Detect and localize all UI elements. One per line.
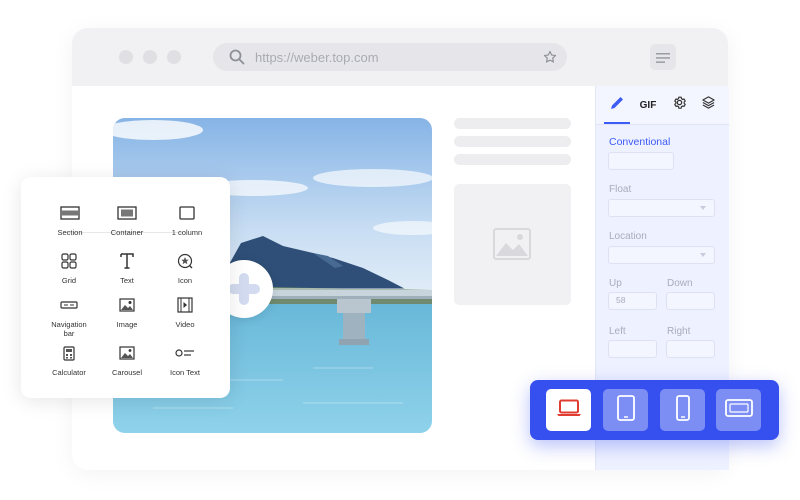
widget-image-label: Image <box>116 320 138 329</box>
tab-style[interactable] <box>604 92 630 118</box>
left-label: Left <box>609 326 626 337</box>
widget-text-label: Text <box>120 276 134 285</box>
image-placeholder-icon <box>493 228 531 265</box>
placeholder-text-line <box>454 136 571 147</box>
tablet-icon <box>616 394 636 427</box>
down-label: Down <box>667 278 693 289</box>
right-input[interactable] <box>666 340 715 358</box>
widget-one-column-label: 1 column <box>171 228 203 237</box>
gear-icon <box>672 95 687 115</box>
device-laptop-button[interactable] <box>546 389 591 431</box>
widget-carousel[interactable]: Carousel <box>95 342 159 377</box>
placeholder-image[interactable] <box>454 184 571 305</box>
up-label: Up <box>609 278 622 289</box>
search-icon <box>229 49 245 70</box>
tab-gif-label: GIF <box>639 99 657 111</box>
icon-widget-icon <box>174 250 196 272</box>
address-bar[interactable]: https://weber.top.com <box>213 43 567 71</box>
browser-titlebar: https://weber.top.com <box>72 28 728 86</box>
widget-image[interactable]: Image <box>95 294 159 329</box>
widget-navigation-bar-label: Navigation bar <box>51 320 87 339</box>
widget-section-label: Section <box>57 228 83 237</box>
float-select[interactable] <box>608 199 715 217</box>
icon-text-icon <box>174 342 196 364</box>
one-column-icon <box>176 202 198 224</box>
widget-container[interactable]: Container <box>95 202 159 237</box>
device-tablet-button[interactable] <box>603 389 648 431</box>
grid-icon <box>58 250 80 272</box>
window-dot-maximize[interactable] <box>167 50 181 64</box>
float-label: Float <box>609 184 632 195</box>
widget-one-column[interactable]: 1 column <box>155 202 219 237</box>
container-icon <box>116 202 138 224</box>
widget-calculator[interactable]: Calculator <box>37 342 101 377</box>
active-tab-indicator <box>604 122 630 124</box>
conventional-field[interactable] <box>608 152 674 170</box>
window-dot-close[interactable] <box>119 50 133 64</box>
location-select[interactable] <box>608 246 715 264</box>
placeholder-text-line <box>454 118 571 129</box>
widget-text[interactable]: Text <box>95 250 159 285</box>
hamburger-icon <box>656 51 670 69</box>
device-preview-bar <box>530 380 779 440</box>
tablet-landscape-icon <box>724 398 754 423</box>
properties-tabs: GIF <box>596 86 729 125</box>
widgets-panel: Section Container 1 column Grid Text Ico… <box>21 177 230 398</box>
device-tablet-landscape-button[interactable] <box>716 389 761 431</box>
placeholder-text-line <box>454 154 571 165</box>
url-text: https://weber.top.com <box>255 50 379 65</box>
widget-calculator-label: Calculator <box>52 368 86 377</box>
video-icon <box>174 294 196 316</box>
location-label: Location <box>609 231 647 242</box>
widget-icon-text-label: Icon Text <box>170 368 200 377</box>
phone-icon <box>675 394 691 427</box>
pencil-icon <box>609 95 625 116</box>
section-icon <box>59 202 81 224</box>
browser-menu-button[interactable] <box>650 44 676 70</box>
left-input[interactable] <box>608 340 657 358</box>
section-title-conventional: Conventional <box>609 136 671 148</box>
laptop-icon <box>556 399 582 422</box>
widget-carousel-label: Carousel <box>111 368 142 377</box>
plus-icon <box>226 271 262 312</box>
widget-icon-text[interactable]: Icon Text <box>153 342 217 377</box>
calculator-icon <box>58 342 80 364</box>
widget-section[interactable]: Section <box>38 202 102 237</box>
widget-video[interactable]: Video <box>153 294 217 329</box>
widget-navigation-bar[interactable]: Navigation bar <box>37 294 101 339</box>
carousel-icon <box>116 342 138 364</box>
star-icon[interactable] <box>543 50 557 69</box>
tab-gif[interactable]: GIF <box>635 92 661 118</box>
up-value: 58 <box>616 295 626 305</box>
up-input[interactable]: 58 <box>608 292 657 310</box>
widget-video-label: Video <box>175 320 195 329</box>
navigation-bar-icon <box>58 294 80 316</box>
text-icon <box>116 250 138 272</box>
tab-layers[interactable] <box>695 92 721 118</box>
tab-settings[interactable] <box>666 92 692 118</box>
device-phone-button[interactable] <box>660 389 705 431</box>
widget-icon-label: Icon <box>177 276 193 285</box>
window-dot-minimize[interactable] <box>143 50 157 64</box>
image-icon <box>116 294 138 316</box>
layers-icon <box>701 95 716 115</box>
widget-grid-label: Grid <box>61 276 77 285</box>
widget-icon[interactable]: Icon <box>153 250 217 285</box>
widget-grid[interactable]: Grid <box>37 250 101 285</box>
down-input[interactable] <box>666 292 715 310</box>
right-label: Right <box>667 326 691 337</box>
widget-container-label: Container <box>110 228 144 237</box>
